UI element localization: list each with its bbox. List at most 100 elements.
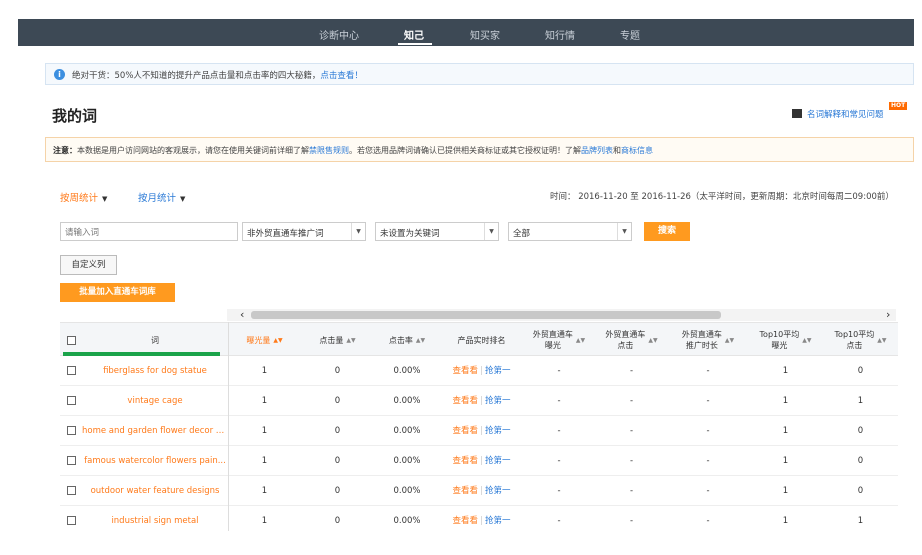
nav-item-know-self[interactable]: 知己 — [404, 27, 424, 42]
notice-link[interactable]: 点击查看！ — [320, 71, 363, 81]
view-rank-link[interactable]: 查看看 — [453, 486, 479, 496]
header-clicks[interactable]: 点击量 ▲▼ — [301, 323, 374, 357]
p4p-impressions-cell: - — [557, 396, 561, 406]
p4p-impressions-cell: - — [557, 426, 561, 436]
header-p4p-clicks[interactable]: 外贸直通车点击 ▲▼ — [595, 323, 668, 357]
row-checkbox[interactable] — [66, 396, 76, 405]
keyword-cell[interactable]: home and garden flower decor p... — [82, 416, 228, 446]
sort-icon: ▲▼ — [648, 336, 658, 344]
search-input[interactable] — [60, 222, 238, 241]
top10-clicks-cell: 1 — [857, 396, 864, 406]
row-checkbox[interactable] — [66, 486, 76, 495]
view-rank-link[interactable]: 查看看 — [453, 396, 479, 406]
keyword-cell[interactable]: famous watercolor flowers pain... — [82, 446, 228, 476]
divider: | — [480, 366, 483, 376]
p4p-clicks-cell: - — [629, 516, 634, 526]
select-all-checkbox[interactable] — [66, 335, 76, 345]
grab-first-link[interactable]: 抢第一 — [485, 366, 511, 376]
sort-icon: ▲▼ — [575, 336, 586, 344]
header-top10-clicks[interactable]: Top10平均 点击 ▲▼ — [823, 323, 898, 357]
header-realtime-rank-label: 产品实时排名 — [457, 335, 506, 345]
chevron-left-icon[interactable]: ‹ — [240, 308, 244, 321]
view-rank-link[interactable]: 查看看 — [453, 456, 479, 466]
brand-list-link[interactable]: 品牌列表 — [581, 146, 613, 155]
view-rank-link[interactable]: 查看看 — [453, 516, 479, 526]
nav-item-diagnosis[interactable]: 诊断中心 — [319, 27, 359, 42]
header-p4p-duration-line2: 推广时长 — [685, 341, 718, 350]
row-checkbox[interactable] — [66, 426, 76, 435]
chevron-down-icon: ▼ — [484, 223, 498, 240]
divider: | — [480, 426, 483, 436]
row-checkbox[interactable] — [66, 456, 76, 465]
header-top10-clicks-line1: Top10平均 — [834, 330, 875, 339]
p4p-impressions-cell: - — [557, 516, 561, 526]
keyword-cell[interactable]: vintage cage — [82, 386, 228, 416]
p4p-clicks-cell: - — [629, 486, 634, 496]
impressions-cell: 1 — [261, 456, 268, 466]
keyword-cell[interactable]: fiberglass for dog statue — [82, 356, 228, 386]
p4p-duration-cell: - — [706, 486, 710, 496]
scrollbar-thumb[interactable] — [251, 311, 721, 319]
ctr-cell: 0.00% — [393, 366, 421, 376]
header-ctr[interactable]: 点击率 ▲▼ — [374, 323, 440, 357]
p4p-duration-cell: - — [706, 366, 710, 376]
grab-first-link[interactable]: 抢第一 — [485, 516, 511, 526]
keyword-cell[interactable]: outdoor water feature designs — [82, 476, 228, 506]
sort-icon: ▲▼ — [346, 336, 356, 344]
header-top10-impressions[interactable]: Top10平均 曝光 ▲▼ — [748, 323, 823, 357]
chevron-down-icon: ▼ — [617, 223, 631, 240]
ctr-cell: 0.00% — [393, 516, 421, 526]
clicks-cell: 0 — [334, 366, 341, 376]
header-impressions[interactable]: 曝光量 ▲▼ — [228, 323, 301, 357]
tab-weekly[interactable]: 按周统计 ▼ — [60, 190, 107, 204]
rank-actions-cell: 查看看 | 抢第一 — [440, 386, 523, 416]
impressions-cell: 1 — [261, 426, 268, 436]
header-p4p-duration[interactable]: 外贸直通车 推广时长 ▲▼ — [668, 323, 748, 357]
header-top10-impressions-line1: Top10平均 — [759, 330, 800, 339]
top10-impressions-cell: 1 — [782, 396, 789, 406]
top10-clicks-cell: 0 — [857, 486, 864, 496]
grab-first-link[interactable]: 抢第一 — [485, 486, 511, 496]
grab-first-link[interactable]: 抢第一 — [485, 456, 511, 466]
nav-item-topics[interactable]: 专题 — [620, 27, 640, 42]
nav-item-market[interactable]: 知行情 — [545, 27, 575, 42]
header-top10-clicks-label: Top10平均 点击 — [835, 329, 875, 351]
ctr-cell: 0.00% — [393, 426, 421, 436]
divider: | — [480, 516, 483, 526]
keyword-setting-select[interactable]: 未设置为关键词 ▼ — [375, 222, 499, 241]
warning-label: 注意： — [53, 146, 77, 155]
row-checkbox[interactable] — [66, 366, 76, 375]
header-p4p-duration-line1: 外贸直通车 — [681, 330, 722, 339]
row-checkbox[interactable] — [66, 516, 76, 525]
header-impressions-label: 曝光量 — [246, 335, 271, 345]
header-realtime-rank: 产品实时排名 — [440, 323, 523, 357]
help-link[interactable]: 名词解释和常见问题 — [792, 108, 884, 120]
header-p4p-impressions[interactable]: 外贸直通车 曝光 ▲▼ — [523, 323, 595, 357]
grab-first-link[interactable]: 抢第一 — [485, 426, 511, 436]
view-rank-link[interactable]: 查看看 — [453, 426, 479, 436]
keyword-cell[interactable]: industrial sign metal — [82, 506, 228, 531]
warning-text: 注意：本数据是用户访问网站的客观展示，请您在使用关键词前详细了解禁限售规则。若您… — [53, 145, 653, 156]
promotion-filter-select[interactable]: 非外贸直通车推广词 ▼ — [242, 222, 366, 241]
row-checkbox-cell — [60, 446, 82, 476]
header-p4p-duration-label: 外贸直通车 推广时长 — [682, 329, 722, 351]
chevron-right-icon[interactable]: › — [886, 308, 890, 321]
top10-impressions-cell: 1 — [782, 426, 789, 436]
rank-actions-cell: 查看看 | 抢第一 — [440, 476, 523, 506]
tab-monthly[interactable]: 按月统计 ▼ — [138, 190, 185, 204]
table-row: industrial sign metal 1 0 0.00% 查看看 | 抢第一 - - - 1 1 — [60, 506, 898, 531]
custom-columns-button[interactable]: 自定义列 — [60, 255, 117, 275]
header-p4p-clicks-line2: 点击 — [617, 341, 634, 350]
trademark-info-link[interactable]: 商标信息 — [621, 146, 653, 155]
category-select[interactable]: 全部 ▼ — [508, 222, 632, 241]
header-p4p-clicks-line1: 外贸直通车 — [605, 330, 646, 339]
search-button[interactable]: 搜索 — [644, 222, 690, 241]
restriction-rules-link[interactable]: 禁限售规则 — [309, 146, 349, 155]
clicks-cell: 0 — [334, 426, 341, 436]
table-scrollbar[interactable]: ‹ › — [227, 308, 896, 321]
batch-add-button[interactable]: 批量加入直通车词库 — [60, 283, 175, 302]
grab-first-link[interactable]: 抢第一 — [485, 396, 511, 406]
view-rank-link[interactable]: 查看看 — [453, 366, 479, 376]
sort-icon: ▲▼ — [415, 336, 426, 344]
nav-item-know-buyer[interactable]: 知买家 — [470, 27, 500, 42]
